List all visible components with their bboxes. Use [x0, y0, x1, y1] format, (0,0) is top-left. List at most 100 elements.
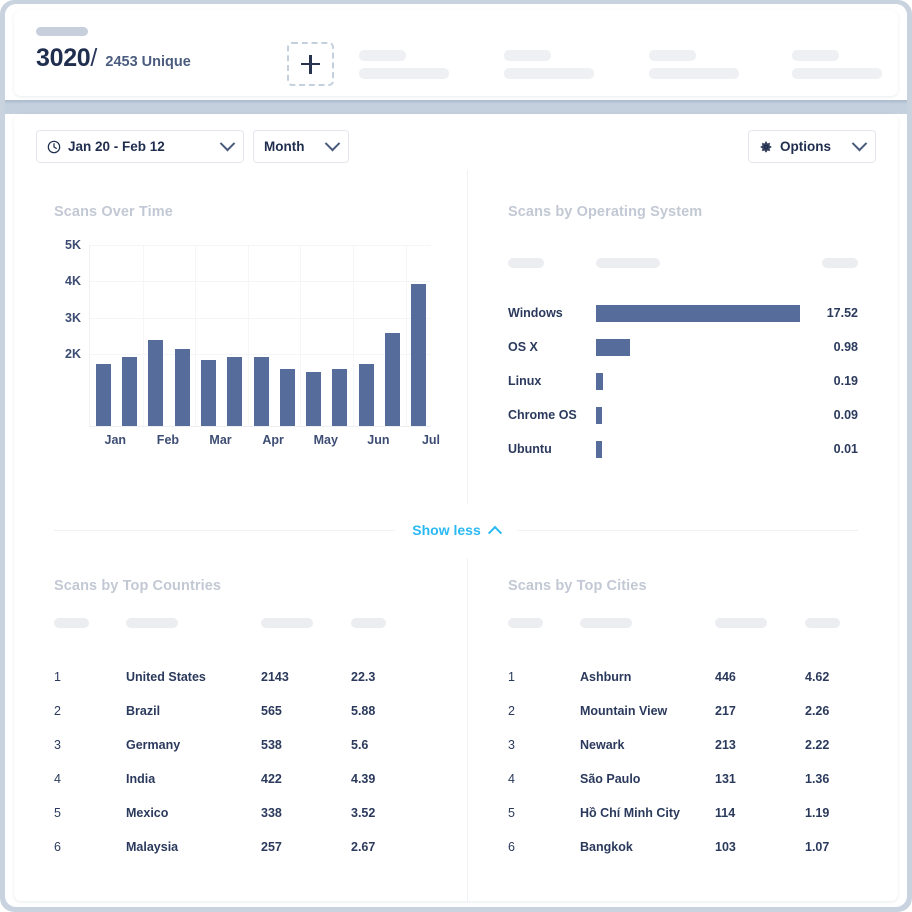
- chart-bar[interactable]: [95, 364, 111, 426]
- os-bar: [596, 338, 630, 356]
- top-cities-card: Scans by Top Cities 1 Ashburn 446 4.62 2 Moun…: [467, 558, 898, 901]
- os-row[interactable]: Chrome OS 0.09: [508, 398, 858, 432]
- os-row[interactable]: Linux 0.19: [508, 364, 858, 398]
- os-name: Windows: [508, 306, 563, 320]
- row-rank: 2: [54, 704, 61, 718]
- granularity-selector[interactable]: Month: [253, 130, 349, 163]
- row-rank: 4: [508, 772, 515, 786]
- show-less-section: Show less: [14, 512, 898, 548]
- chart-bar[interactable]: [200, 360, 216, 426]
- chart-bars: [90, 245, 431, 426]
- row-count: 565: [261, 704, 282, 718]
- chart-bar[interactable]: [148, 340, 164, 426]
- date-range-selector[interactable]: Jan 20 - Feb 12: [36, 130, 244, 163]
- row-count: 446: [715, 670, 736, 684]
- table-row[interactable]: 2 Mountain View 217 2.26: [508, 694, 858, 728]
- row-rank: 6: [508, 840, 515, 854]
- table-row[interactable]: 4 São Paulo 131 1.36: [508, 762, 858, 796]
- table-row[interactable]: 1 United States 2143 22.3: [54, 660, 427, 694]
- x-axis-tick-label: Mar: [209, 433, 232, 447]
- chart-bar[interactable]: [332, 369, 348, 426]
- table-row[interactable]: 6 Bangkok 103 1.07: [508, 830, 858, 864]
- column-header-placeholder: [508, 618, 543, 628]
- table-row[interactable]: 1 Ashburn 446 4.62: [508, 660, 858, 694]
- chart-bar[interactable]: [358, 364, 374, 426]
- column-header-placeholder: [508, 258, 544, 268]
- chart-bar[interactable]: [253, 357, 269, 426]
- y-axis-tick-label: 5K: [65, 238, 81, 252]
- table-row[interactable]: 3 Newark 213 2.22: [508, 728, 858, 762]
- table-row[interactable]: 3 Germany 538 5.6: [54, 728, 427, 762]
- row-count: 538: [261, 738, 282, 752]
- row-percent: 2.22: [805, 738, 830, 752]
- scans-by-os-card: Scans by Operating System Windows 17.52 OS…: [467, 170, 898, 504]
- chart-bar[interactable]: [411, 284, 427, 426]
- countries-column-header-placeholders: [54, 618, 427, 630]
- row-percent: 1.19: [805, 806, 830, 820]
- scans-over-time-card: Scans Over Time 2K 3K 4K 5K Jan Feb Mar Apr May…: [14, 170, 467, 504]
- row-percent: 1.36: [805, 772, 830, 786]
- row-name: Hồ Chí Minh City: [580, 806, 680, 820]
- row-name: Mountain View: [580, 704, 668, 718]
- options-button[interactable]: Options: [748, 130, 876, 163]
- row-percent: 5.88: [351, 704, 376, 718]
- row-rank: 5: [508, 806, 515, 820]
- chart-bar[interactable]: [385, 332, 401, 426]
- divider-left: [54, 529, 396, 531]
- os-name: Chrome OS: [508, 408, 577, 422]
- os-row[interactable]: Windows 17.52: [508, 296, 858, 330]
- table-row[interactable]: 4 India 422 4.39: [54, 762, 427, 796]
- os-value: 0.09: [833, 408, 858, 422]
- row-count: 422: [261, 772, 282, 786]
- divider-right: [516, 529, 858, 531]
- cities-column-header-placeholders: [508, 618, 858, 630]
- row-name: Mexico: [126, 806, 169, 820]
- y-axis-tick-label: 2K: [65, 347, 81, 362]
- table-row[interactable]: 5 Mexico 338 3.52: [54, 796, 427, 830]
- column-header-placeholder: [126, 618, 178, 628]
- placeholder-line: [504, 68, 594, 79]
- chart-bar[interactable]: [306, 372, 322, 426]
- y-axis-tick-label: 4K: [65, 274, 81, 289]
- os-value: 0.19: [833, 374, 858, 388]
- show-less-label: Show less: [412, 522, 481, 538]
- y-axis-tick-label: 3K: [65, 310, 81, 325]
- chart-bar[interactable]: [121, 356, 137, 426]
- city-rows-container: 1 Ashburn 446 4.62 2 Mountain View 217 2.26 3 New…: [508, 660, 858, 864]
- granularity-label: Month: [264, 139, 305, 154]
- placeholder-card-1: [359, 50, 449, 86]
- os-name: Linux: [508, 374, 542, 388]
- row-count: 2143: [261, 670, 289, 684]
- row-count: 257: [261, 840, 282, 854]
- chart-x-axis: Jan Feb Mar Apr May Jun Jul: [89, 433, 441, 455]
- os-row[interactable]: Ubuntu 0.01: [508, 432, 858, 466]
- chart-bar[interactable]: [227, 357, 243, 426]
- add-item-button[interactable]: [287, 42, 334, 86]
- os-row[interactable]: OS X 0.98: [508, 330, 858, 364]
- row-count: 103: [715, 840, 736, 854]
- row-rank: 3: [508, 738, 515, 752]
- show-less-button[interactable]: Show less: [395, 522, 516, 540]
- unique-scans-value: 2453 Unique: [105, 54, 191, 70]
- table-row[interactable]: 2 Brazil 565 5.88: [54, 694, 427, 728]
- stats-topbar: 3020 / 2453 Unique: [14, 10, 898, 96]
- os-rows-container: Windows 17.52 OS X 0.98 Linux 0.19 Chrome OS 0.…: [508, 296, 858, 466]
- table-row[interactable]: 5 Hồ Chí Minh City 114 1.19: [508, 796, 858, 830]
- scans-by-os-list: Windows 17.52 OS X 0.98 Linux 0.19 Chrome OS 0.…: [508, 258, 858, 466]
- row-name: United States: [126, 670, 206, 684]
- x-axis-tick-label: Jun: [367, 433, 390, 447]
- row-count: 213: [715, 738, 736, 752]
- chart-bar[interactable]: [279, 369, 295, 426]
- column-header-placeholder: [805, 618, 840, 628]
- date-range-label: Jan 20 - Feb 12: [68, 139, 165, 154]
- x-axis-tick-label: Jan: [104, 433, 127, 447]
- os-bar-track: [596, 372, 800, 390]
- table-row[interactable]: 6 Malaysia 257 2.67: [54, 830, 427, 864]
- chevron-down-icon: [851, 135, 868, 152]
- placeholder-card-4: [792, 50, 882, 86]
- column-header-placeholder: [351, 618, 386, 628]
- chart-bar[interactable]: [174, 348, 190, 426]
- row-count: 338: [261, 806, 282, 820]
- row-rank: 6: [54, 840, 61, 854]
- os-bar-track: [596, 440, 800, 458]
